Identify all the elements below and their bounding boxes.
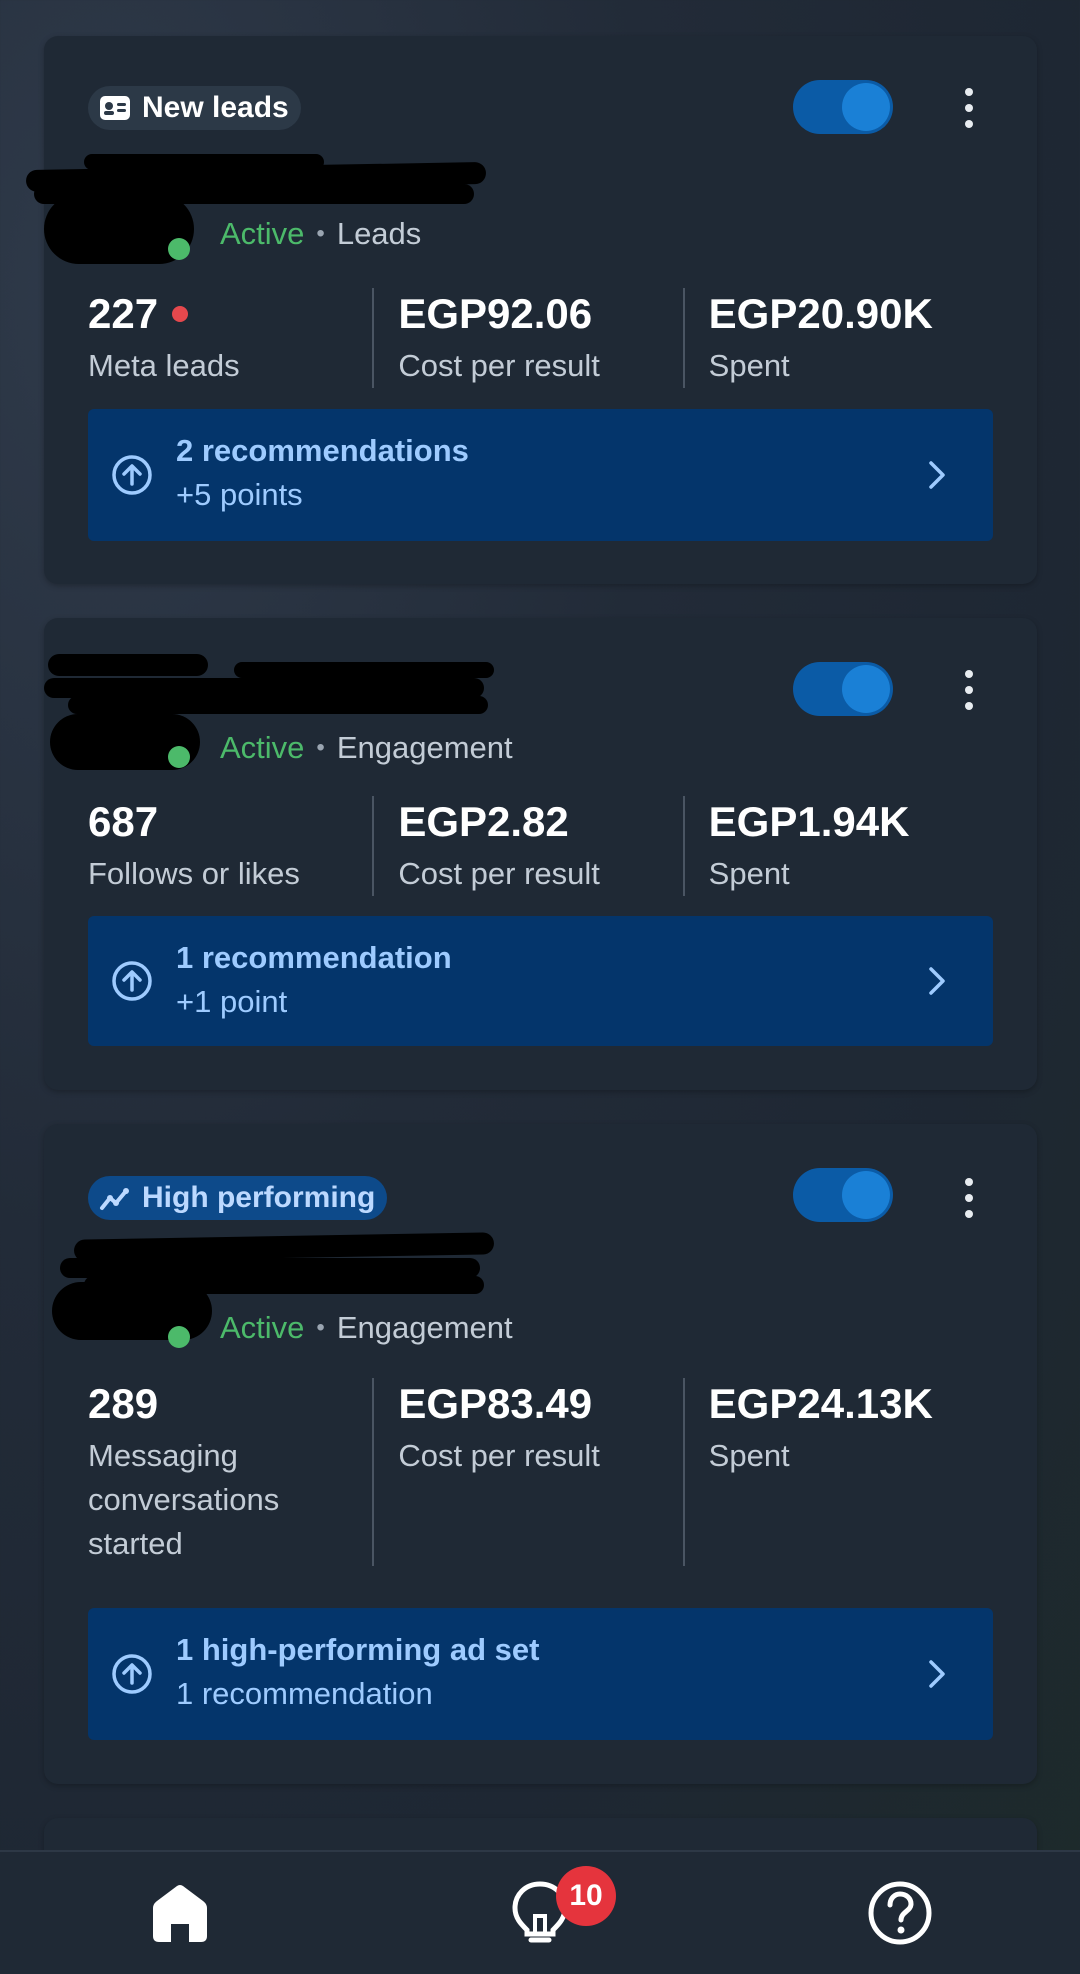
metric-value: EGP1.94K [708, 798, 910, 845]
campaign-card-2[interactable]: Active • Engagement 687 Follows or likes… [44, 618, 1037, 1090]
status-row: Active • Leads [220, 216, 421, 252]
campaign-card-1[interactable]: New leads Active • Leads 227 Meta leads … [25, 36, 1037, 584]
metric-value: 227 [88, 290, 159, 337]
toggle-knob [842, 1171, 890, 1219]
notification-badge: 10 [556, 1866, 616, 1926]
objective-label: Engagement [336, 1310, 513, 1345]
campaign-toggle[interactable] [793, 80, 893, 134]
status-label: Active [220, 216, 305, 251]
toggle-knob [842, 665, 890, 713]
chevron-right-icon [929, 1660, 945, 1688]
more-options-icon[interactable] [961, 1178, 977, 1218]
objective-label: Engagement [336, 730, 513, 765]
metrics-row: 227 Meta leads EGP92.06 Cost per result … [88, 288, 993, 388]
metric-value: 289 [88, 1380, 159, 1427]
status-dot [168, 238, 190, 260]
metric-label: Follows or likes [88, 856, 300, 891]
metric-label: Cost per result [398, 348, 600, 383]
high-performing-tag: High performing [88, 1176, 388, 1220]
metric-results: 227 Meta leads [88, 288, 372, 388]
help-icon[interactable] [865, 1878, 935, 1948]
recommendation-title: 1 high-performing ad set [176, 1632, 540, 1667]
new-leads-tag: New leads [88, 86, 301, 130]
metric-value: 687 [88, 798, 159, 845]
metric-cost-per-result: EGP83.49 Cost per result [372, 1378, 682, 1566]
separator-dot: • [316, 734, 325, 761]
metric-results: 687 Follows or likes [88, 796, 372, 896]
recommendations-button[interactable]: 1 high-performing ad set 1 recommendatio… [88, 1608, 993, 1740]
separator-dot: • [316, 220, 325, 247]
metric-spent: EGP1.94K Spent [682, 796, 993, 896]
trend-up-icon [98, 1181, 132, 1215]
metric-label: Spent [708, 348, 790, 383]
status-row: Active • Engagement [220, 1310, 513, 1346]
recommendation-subtitle: +5 points [176, 477, 303, 512]
tag-label: High performing [142, 1181, 376, 1214]
recommendation-subtitle: 1 recommendation [176, 1676, 433, 1711]
recommendations-button[interactable]: 1 recommendation +1 point [88, 916, 993, 1046]
metric-label: Cost per result [398, 1438, 600, 1473]
metric-label: Cost per result [398, 856, 600, 891]
metrics-row: 289 Messaging conversations started EGP8… [88, 1378, 993, 1566]
campaign-card-3[interactable]: High performing Active • Engagement 289 … [44, 1124, 1037, 1784]
tag-label: New leads [142, 91, 289, 124]
metric-value: EGP2.82 [398, 798, 569, 845]
more-options-icon[interactable] [961, 670, 977, 710]
status-label: Active [220, 1310, 305, 1345]
metric-results: 289 Messaging conversations started [88, 1378, 372, 1566]
metric-value: EGP83.49 [398, 1380, 593, 1427]
alert-dot [172, 306, 189, 322]
status-dot [168, 746, 190, 768]
more-options-icon[interactable] [961, 88, 977, 128]
upgrade-arrow-icon [112, 455, 152, 495]
campaign-toggle[interactable] [793, 1168, 893, 1222]
metric-spent: EGP20.90K Spent [682, 288, 993, 388]
metrics-row: 687 Follows or likes EGP2.82 Cost per re… [88, 796, 993, 896]
metric-label: Meta leads [88, 348, 240, 383]
recommendation-title: 2 recommendations [176, 433, 469, 468]
objective-label: Leads [336, 216, 422, 251]
chevron-right-icon [929, 461, 945, 489]
status-row: Active • Engagement [220, 730, 513, 766]
lead-form-icon [98, 91, 132, 125]
metric-value: EGP92.06 [398, 290, 593, 337]
toggle-knob [842, 83, 890, 131]
metric-label: Spent [708, 856, 790, 891]
recommendations-button[interactable]: 2 recommendations +5 points [88, 409, 993, 541]
recommendation-subtitle: +1 point [176, 984, 288, 1019]
campaign-toggle[interactable] [793, 662, 893, 716]
home-icon[interactable] [145, 1878, 215, 1948]
upgrade-arrow-icon [112, 1654, 152, 1694]
chevron-right-icon [929, 967, 945, 995]
metric-value: EGP20.90K [708, 290, 933, 337]
status-dot [168, 1326, 190, 1348]
recommendation-title: 1 recommendation [176, 940, 452, 975]
metric-cost-per-result: EGP92.06 Cost per result [372, 288, 682, 388]
metric-value: EGP24.13K [708, 1380, 933, 1427]
status-label: Active [220, 730, 305, 765]
metric-label: Spent [708, 1438, 790, 1473]
upgrade-arrow-icon [112, 961, 152, 1001]
metric-cost-per-result: EGP2.82 Cost per result [372, 796, 682, 896]
metric-label: Messaging conversations started [88, 1438, 280, 1561]
metric-spent: EGP24.13K Spent [682, 1378, 993, 1566]
separator-dot: • [316, 1314, 325, 1341]
bottom-navigation [0, 1850, 1080, 1974]
